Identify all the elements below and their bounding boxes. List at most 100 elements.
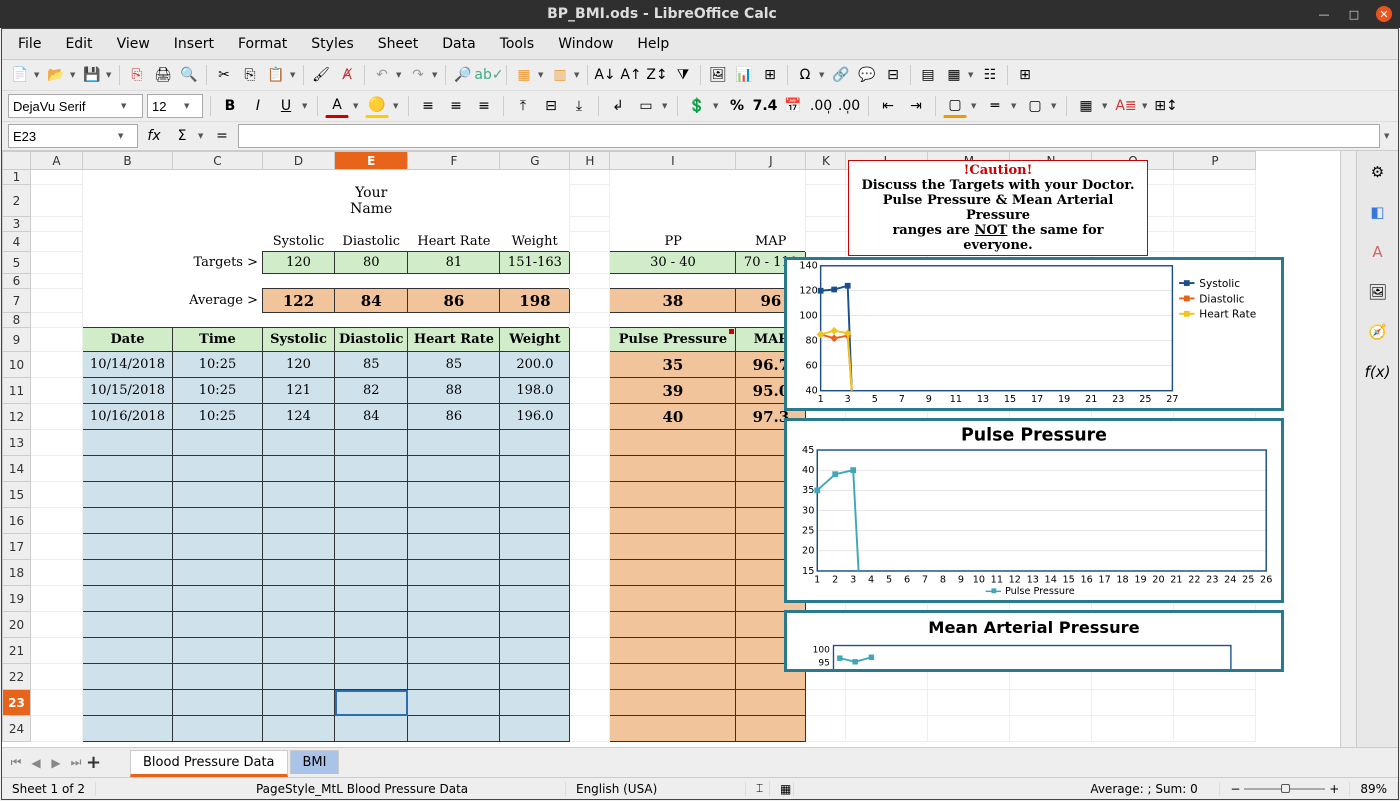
- cell-H1[interactable]: [570, 170, 610, 185]
- scrollbar-vertical[interactable]: [1340, 151, 1356, 747]
- print-icon[interactable]: 🖨: [151, 63, 175, 87]
- cell-P23[interactable]: [1174, 690, 1256, 716]
- tab-blood-pressure-data[interactable]: Blood Pressure Data: [130, 750, 288, 777]
- row-header-24[interactable]: 24: [3, 716, 31, 742]
- menu-edit[interactable]: Edit: [55, 33, 102, 55]
- zoom-percent[interactable]: 89%: [1350, 782, 1398, 796]
- font-name-combo[interactable]: ▼: [8, 94, 143, 118]
- cell-P1[interactable]: [1174, 170, 1256, 185]
- col-header-C[interactable]: C: [173, 152, 263, 170]
- menu-window[interactable]: Window: [548, 33, 623, 55]
- cell-I6[interactable]: [610, 274, 736, 289]
- cell-C22[interactable]: [173, 664, 263, 690]
- cell-F20[interactable]: [408, 612, 500, 638]
- condformat-icon[interactable]: A≣: [1114, 94, 1138, 118]
- chart-pp[interactable]: Pulse Pressure15202530354045123456789101…: [784, 418, 1284, 603]
- save-icon[interactable]: 💾: [80, 63, 104, 87]
- cell-G12[interactable]: 196.0: [500, 404, 570, 430]
- cell-A5[interactable]: [31, 252, 83, 274]
- percent-icon[interactable]: %: [725, 94, 749, 118]
- cell-A21[interactable]: [31, 638, 83, 664]
- cell-G23[interactable]: [500, 690, 570, 716]
- cell-K24[interactable]: [806, 716, 846, 742]
- cell-F17[interactable]: [408, 534, 500, 560]
- valign-bot-icon[interactable]: ⤓: [567, 94, 591, 118]
- cell-C21[interactable]: [173, 638, 263, 664]
- cell-F21[interactable]: [408, 638, 500, 664]
- cell-L23[interactable]: [846, 690, 928, 716]
- cell-N23[interactable]: [1010, 690, 1092, 716]
- fx-icon[interactable]: fx: [142, 124, 166, 148]
- cell-C24[interactable]: [173, 716, 263, 742]
- cell-E17[interactable]: [335, 534, 408, 560]
- cell-I8[interactable]: [610, 313, 736, 328]
- border-style-icon[interactable]: ═: [983, 94, 1007, 118]
- cell-E2[interactable]: Your Name: [335, 185, 408, 217]
- cell-E20[interactable]: [335, 612, 408, 638]
- cell-E3[interactable]: [335, 217, 408, 232]
- cell-G7[interactable]: 198: [500, 289, 570, 313]
- cell-H3[interactable]: [570, 217, 610, 232]
- cell-I15[interactable]: [610, 482, 736, 508]
- split-icon[interactable]: ☷: [978, 63, 1002, 87]
- cell-B12[interactable]: 10/16/2018: [83, 404, 173, 430]
- cell-J1[interactable]: [736, 170, 806, 185]
- cell-E11[interactable]: 82: [335, 378, 408, 404]
- cell-H2[interactable]: [570, 185, 610, 217]
- cell-B10[interactable]: 10/14/2018: [83, 352, 173, 378]
- menu-data[interactable]: Data: [432, 33, 485, 55]
- cell-J4[interactable]: MAP: [736, 232, 806, 252]
- cell-B13[interactable]: [83, 430, 173, 456]
- italic-icon[interactable]: I: [246, 94, 270, 118]
- cell-E8[interactable]: [335, 313, 408, 328]
- row-header-7[interactable]: 7: [3, 289, 31, 313]
- row-header-14[interactable]: 14: [3, 456, 31, 482]
- cell-P24[interactable]: [1174, 716, 1256, 742]
- row-header-11[interactable]: 11: [3, 378, 31, 404]
- cell-G14[interactable]: [500, 456, 570, 482]
- autoformat-icon[interactable]: ⊞↕: [1154, 94, 1178, 118]
- cell-B17[interactable]: [83, 534, 173, 560]
- cell-C9[interactable]: Time: [173, 328, 263, 352]
- cell-D14[interactable]: [263, 456, 335, 482]
- cell-H13[interactable]: [570, 430, 610, 456]
- row-header-10[interactable]: 10: [3, 352, 31, 378]
- cell-A11[interactable]: [31, 378, 83, 404]
- cell-I19[interactable]: [610, 586, 736, 612]
- freeze2-icon[interactable]: ▦: [942, 63, 966, 87]
- cell-D15[interactable]: [263, 482, 335, 508]
- cell-C10[interactable]: 10:25: [173, 352, 263, 378]
- cell-F13[interactable]: [408, 430, 500, 456]
- col-header-G[interactable]: G: [500, 152, 570, 170]
- font-size-combo[interactable]: ▼: [147, 94, 203, 118]
- row-header-1[interactable]: 1: [3, 170, 31, 185]
- cell-H17[interactable]: [570, 534, 610, 560]
- name-box[interactable]: ▼: [8, 124, 138, 148]
- status-sel[interactable]: ▦: [770, 782, 794, 796]
- row-icon[interactable]: ▦: [512, 63, 536, 87]
- cell-E13[interactable]: [335, 430, 408, 456]
- cell-A12[interactable]: [31, 404, 83, 430]
- cell-G4[interactable]: Weight: [500, 232, 570, 252]
- cell-M24[interactable]: [928, 716, 1010, 742]
- cell-F9[interactable]: Heart Rate: [408, 328, 500, 352]
- cell-E15[interactable]: [335, 482, 408, 508]
- cell-D6[interactable]: [263, 274, 335, 289]
- cell-I14[interactable]: [610, 456, 736, 482]
- align-center-icon[interactable]: ≡: [444, 94, 468, 118]
- cell-B15[interactable]: [83, 482, 173, 508]
- cell-I2[interactable]: [610, 185, 736, 217]
- cell-B16[interactable]: [83, 508, 173, 534]
- cell-C14[interactable]: [173, 456, 263, 482]
- cell-B4[interactable]: [83, 232, 173, 252]
- cell-F2[interactable]: [408, 185, 500, 217]
- cell-I1[interactable]: [610, 170, 736, 185]
- cell-H11[interactable]: [570, 378, 610, 404]
- cell-F5[interactable]: 81: [408, 252, 500, 274]
- cell-B24[interactable]: [83, 716, 173, 742]
- cellstyle-icon[interactable]: ▦: [1074, 94, 1098, 118]
- cell-D19[interactable]: [263, 586, 335, 612]
- cell-F15[interactable]: [408, 482, 500, 508]
- col-header-D[interactable]: D: [263, 152, 335, 170]
- currency-icon[interactable]: 💲: [685, 94, 709, 118]
